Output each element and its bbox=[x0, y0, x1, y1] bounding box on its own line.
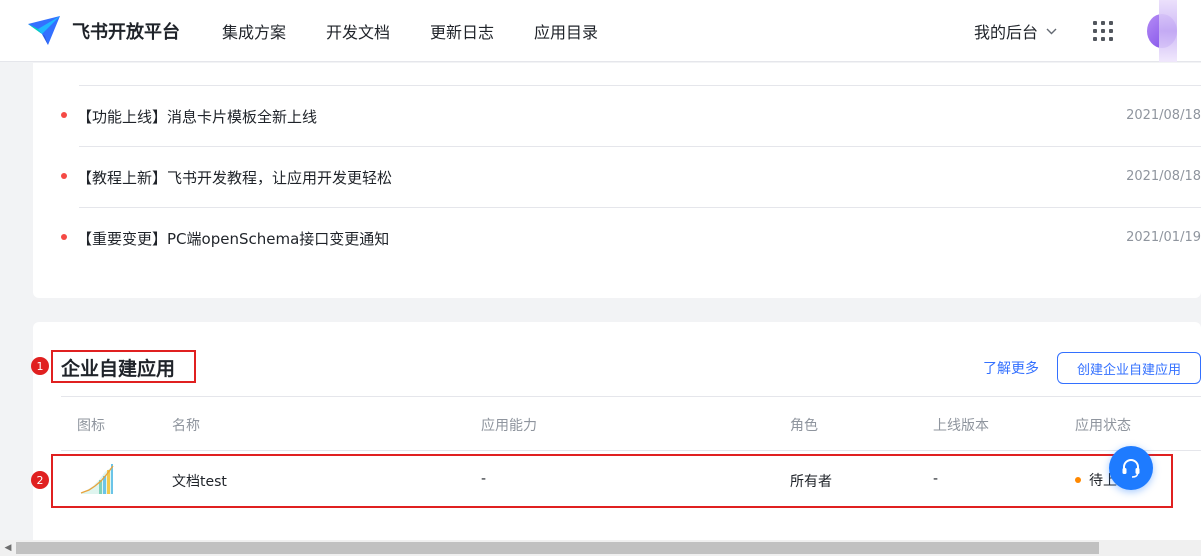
console-dropdown[interactable]: 我的后台 bbox=[974, 19, 1057, 43]
bullet-dot bbox=[61, 234, 67, 240]
learn-more-link[interactable]: 了解更多 bbox=[983, 358, 1039, 378]
column-header-name: 名称 bbox=[172, 418, 200, 434]
annotation-box-2 bbox=[51, 454, 1173, 508]
divider bbox=[61, 396, 1201, 397]
create-app-button[interactable]: 创建企业自建应用 bbox=[1057, 352, 1201, 384]
bullet-dot bbox=[61, 112, 67, 118]
bullet-dot bbox=[61, 173, 67, 179]
annotation-badge-2: 2 bbox=[31, 471, 49, 489]
logo-title: 飞书开放平台 bbox=[72, 21, 180, 43]
news-item[interactable]: 【教程上新】飞书开发教程，让应用开发更轻松 2021/08/18 bbox=[33, 147, 1201, 208]
scrollbar-thumb[interactable] bbox=[16, 542, 1099, 554]
header-right-tools: 我的后台 bbox=[974, 0, 1201, 62]
avatar[interactable] bbox=[1139, 0, 1201, 62]
news-date: 2021/08/18 bbox=[1126, 169, 1201, 184]
chevron-down-icon bbox=[1046, 24, 1057, 38]
annotation-box-1 bbox=[51, 350, 196, 383]
news-title[interactable]: 【功能上线】消息卡片模板全新上线 bbox=[77, 106, 317, 127]
console-label: 我的后台 bbox=[973, 23, 1038, 42]
annotation-badge-1: 1 bbox=[31, 357, 49, 375]
main-nav: 集成方案 开发文档 更新日志 应用目录 bbox=[202, 19, 618, 43]
apps-grid-icon[interactable] bbox=[1093, 21, 1113, 41]
top-navigation-bar: 飞书开放平台 集成方案 开发文档 更新日志 应用目录 我的后台 bbox=[0, 0, 1201, 62]
nav-item-solutions[interactable]: 集成方案 bbox=[222, 19, 286, 43]
announcements-card: 【功能上线】消息卡片模板全新上线 2021/08/18 【教程上新】飞书开发教程… bbox=[33, 63, 1201, 298]
scroll-left-arrow-icon[interactable]: ◀ bbox=[2, 542, 14, 554]
column-header-status: 应用状态 bbox=[1075, 418, 1131, 434]
column-header-capability: 应用能力 bbox=[481, 418, 537, 434]
news-date: 2021/08/18 bbox=[1126, 108, 1201, 123]
news-title[interactable]: 【重要变更】PC端openSchema接口变更通知 bbox=[77, 228, 389, 249]
divider bbox=[61, 450, 1201, 451]
column-header-version: 上线版本 bbox=[933, 418, 989, 434]
help-button[interactable] bbox=[1109, 446, 1153, 490]
nav-item-app-directory[interactable]: 应用目录 bbox=[534, 19, 598, 43]
headset-icon bbox=[1122, 459, 1140, 478]
news-date: 2021/01/19 bbox=[1126, 230, 1201, 245]
column-header-icon: 图标 bbox=[77, 418, 105, 434]
news-item[interactable]: 【重要变更】PC端openSchema接口变更通知 2021/01/19 bbox=[33, 208, 1201, 269]
feishu-logo-icon bbox=[28, 15, 60, 45]
news-item[interactable]: 【功能上线】消息卡片模板全新上线 2021/08/18 bbox=[33, 86, 1201, 147]
horizontal-scrollbar[interactable]: ◀ bbox=[0, 540, 1201, 556]
nav-item-dev-docs[interactable]: 开发文档 bbox=[326, 19, 390, 43]
news-title[interactable]: 【教程上新】飞书开发教程，让应用开发更轻松 bbox=[77, 167, 392, 188]
logo[interactable]: 飞书开放平台 bbox=[26, 12, 180, 50]
nav-item-changelog[interactable]: 更新日志 bbox=[430, 19, 494, 43]
column-header-role: 角色 bbox=[790, 418, 818, 434]
